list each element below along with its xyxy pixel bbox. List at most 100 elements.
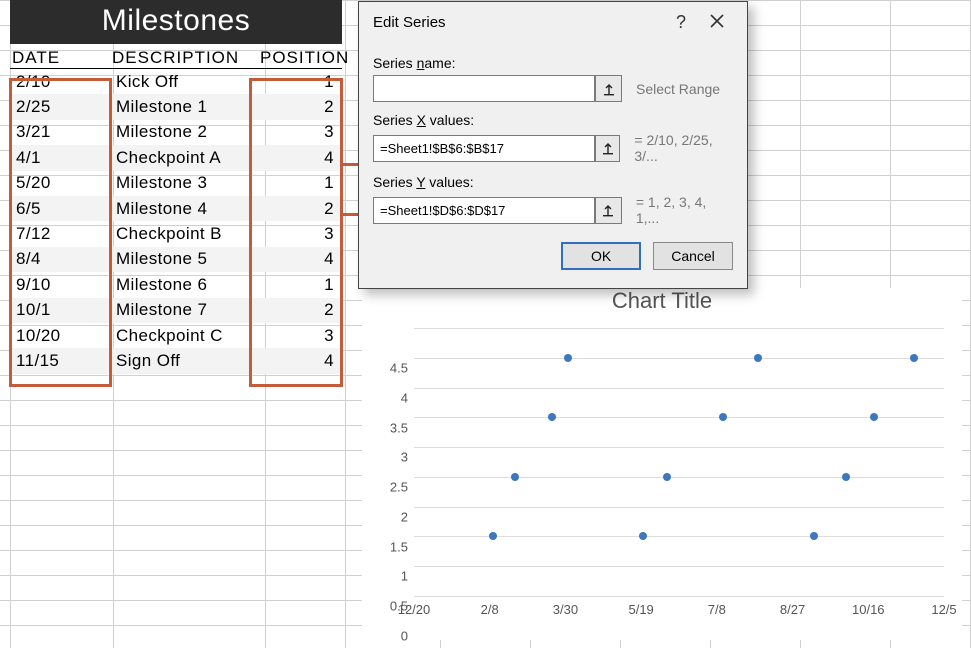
y-tick: 2: [362, 509, 408, 524]
scatter-chart[interactable]: Chart Title 00.511.522.533.544.5 12/202/…: [362, 288, 962, 640]
data-point[interactable]: [548, 413, 556, 421]
cell-position[interactable]: 1: [260, 275, 342, 295]
series-x-hint: = 2/10, 2/25, 3/...: [634, 132, 733, 164]
series-y-input[interactable]: [373, 197, 595, 224]
cell-position[interactable]: 4: [260, 249, 342, 269]
collapse-dialog-button[interactable]: [595, 75, 622, 102]
table-row[interactable]: 5/20Milestone 31: [10, 171, 342, 196]
y-tick: 1: [362, 569, 408, 584]
cell-description[interactable]: Sign Off: [110, 351, 260, 371]
table-header-row: DATE DESCRIPTION POSITION: [10, 44, 342, 69]
x-tick: 12/5: [931, 602, 956, 617]
data-point[interactable]: [719, 413, 727, 421]
cell-date[interactable]: 6/5: [10, 199, 110, 219]
table-row[interactable]: 2/10Kick Off1: [10, 69, 342, 94]
cell-description[interactable]: Milestone 4: [110, 199, 260, 219]
data-point[interactable]: [810, 532, 818, 540]
cell-position[interactable]: 4: [260, 351, 342, 371]
data-point[interactable]: [511, 473, 519, 481]
table-row[interactable]: 10/1Milestone 72: [10, 298, 342, 323]
ok-button[interactable]: OK: [561, 242, 641, 270]
cell-position[interactable]: 2: [260, 97, 342, 117]
x-tick: 5/19: [628, 602, 653, 617]
data-point[interactable]: [870, 413, 878, 421]
cancel-button[interactable]: Cancel: [653, 242, 733, 270]
cell-date[interactable]: 10/20: [10, 326, 110, 346]
cell-position[interactable]: 2: [260, 199, 342, 219]
data-point[interactable]: [663, 473, 671, 481]
milestones-table: Milestones DATE DESCRIPTION POSITION 2/1…: [10, 0, 342, 374]
y-tick: 4: [362, 390, 408, 405]
collapse-dialog-button[interactable]: [595, 135, 620, 162]
cell-position[interactable]: 2: [260, 300, 342, 320]
table-row[interactable]: 4/1Checkpoint A4: [10, 145, 342, 170]
series-y-hint: = 1, 2, 3, 4, 1,...: [636, 194, 733, 226]
collapse-dialog-button[interactable]: [595, 197, 622, 224]
cell-description[interactable]: Checkpoint A: [110, 148, 260, 168]
cell-description[interactable]: Milestone 5: [110, 249, 260, 269]
x-tick: 10/16: [852, 602, 885, 617]
cell-date[interactable]: 4/1: [10, 148, 110, 168]
cell-position[interactable]: 1: [260, 72, 342, 92]
x-tick: 2/8: [481, 602, 499, 617]
series-x-input[interactable]: [373, 135, 595, 162]
data-point[interactable]: [489, 532, 497, 540]
dialog-titlebar: Edit Series ?: [359, 2, 747, 43]
table-row[interactable]: 10/20Checkpoint C3: [10, 323, 342, 348]
header-date: DATE: [10, 48, 110, 68]
cell-description[interactable]: Milestone 2: [110, 122, 260, 142]
y-tick: 2.5: [362, 480, 408, 495]
cell-date[interactable]: 3/21: [10, 122, 110, 142]
y-tick: 3: [362, 450, 408, 465]
table-row[interactable]: 6/5Milestone 42: [10, 196, 342, 221]
data-point[interactable]: [754, 354, 762, 362]
cell-date[interactable]: 9/10: [10, 275, 110, 295]
y-tick: 3.5: [362, 420, 408, 435]
series-y-label: Series Y values:: [373, 174, 733, 190]
help-button[interactable]: ?: [663, 12, 699, 33]
data-point[interactable]: [910, 354, 918, 362]
data-point[interactable]: [639, 532, 647, 540]
series-name-hint: Select Range: [636, 81, 720, 97]
cell-date[interactable]: 5/20: [10, 173, 110, 193]
cell-date[interactable]: 10/1: [10, 300, 110, 320]
close-button[interactable]: [699, 14, 735, 31]
cell-position[interactable]: 3: [260, 122, 342, 142]
table-row[interactable]: 11/15Sign Off4: [10, 348, 342, 373]
plot-area[interactable]: [414, 328, 944, 596]
cell-description[interactable]: Checkpoint B: [110, 224, 260, 244]
table-title: Milestones: [10, 0, 342, 44]
series-name-input[interactable]: [373, 75, 595, 102]
data-point[interactable]: [564, 354, 572, 362]
cell-description[interactable]: Milestone 3: [110, 173, 260, 193]
cell-position[interactable]: 3: [260, 326, 342, 346]
cell-date[interactable]: 8/4: [10, 249, 110, 269]
x-tick: 7/8: [708, 602, 726, 617]
cell-position[interactable]: 3: [260, 224, 342, 244]
collapse-icon: [602, 141, 614, 155]
table-row[interactable]: 2/25Milestone 12: [10, 94, 342, 119]
cell-description[interactable]: Milestone 1: [110, 97, 260, 117]
y-axis: 00.511.522.533.544.5: [362, 328, 408, 596]
table-row[interactable]: 9/10Milestone 61: [10, 272, 342, 297]
x-tick: 12/20: [398, 602, 431, 617]
cell-description[interactable]: Milestone 7: [110, 300, 260, 320]
cell-position[interactable]: 1: [260, 173, 342, 193]
cell-date[interactable]: 2/25: [10, 97, 110, 117]
x-tick: 3/30: [553, 602, 578, 617]
cell-date[interactable]: 7/12: [10, 224, 110, 244]
collapse-icon: [602, 203, 614, 217]
data-point[interactable]: [842, 473, 850, 481]
cell-position[interactable]: 4: [260, 148, 342, 168]
chart-title[interactable]: Chart Title: [362, 288, 962, 314]
y-tick: 4.5: [362, 361, 408, 376]
cell-description[interactable]: Checkpoint C: [110, 326, 260, 346]
table-row[interactable]: 8/4Milestone 54: [10, 247, 342, 272]
table-row[interactable]: 3/21Milestone 23: [10, 120, 342, 145]
cell-date[interactable]: 2/10: [10, 72, 110, 92]
edit-series-dialog: Edit Series ? Series name: Select Range …: [358, 1, 748, 289]
cell-date[interactable]: 11/15: [10, 351, 110, 371]
cell-description[interactable]: Kick Off: [110, 72, 260, 92]
cell-description[interactable]: Milestone 6: [110, 275, 260, 295]
table-row[interactable]: 7/12Checkpoint B3: [10, 221, 342, 246]
